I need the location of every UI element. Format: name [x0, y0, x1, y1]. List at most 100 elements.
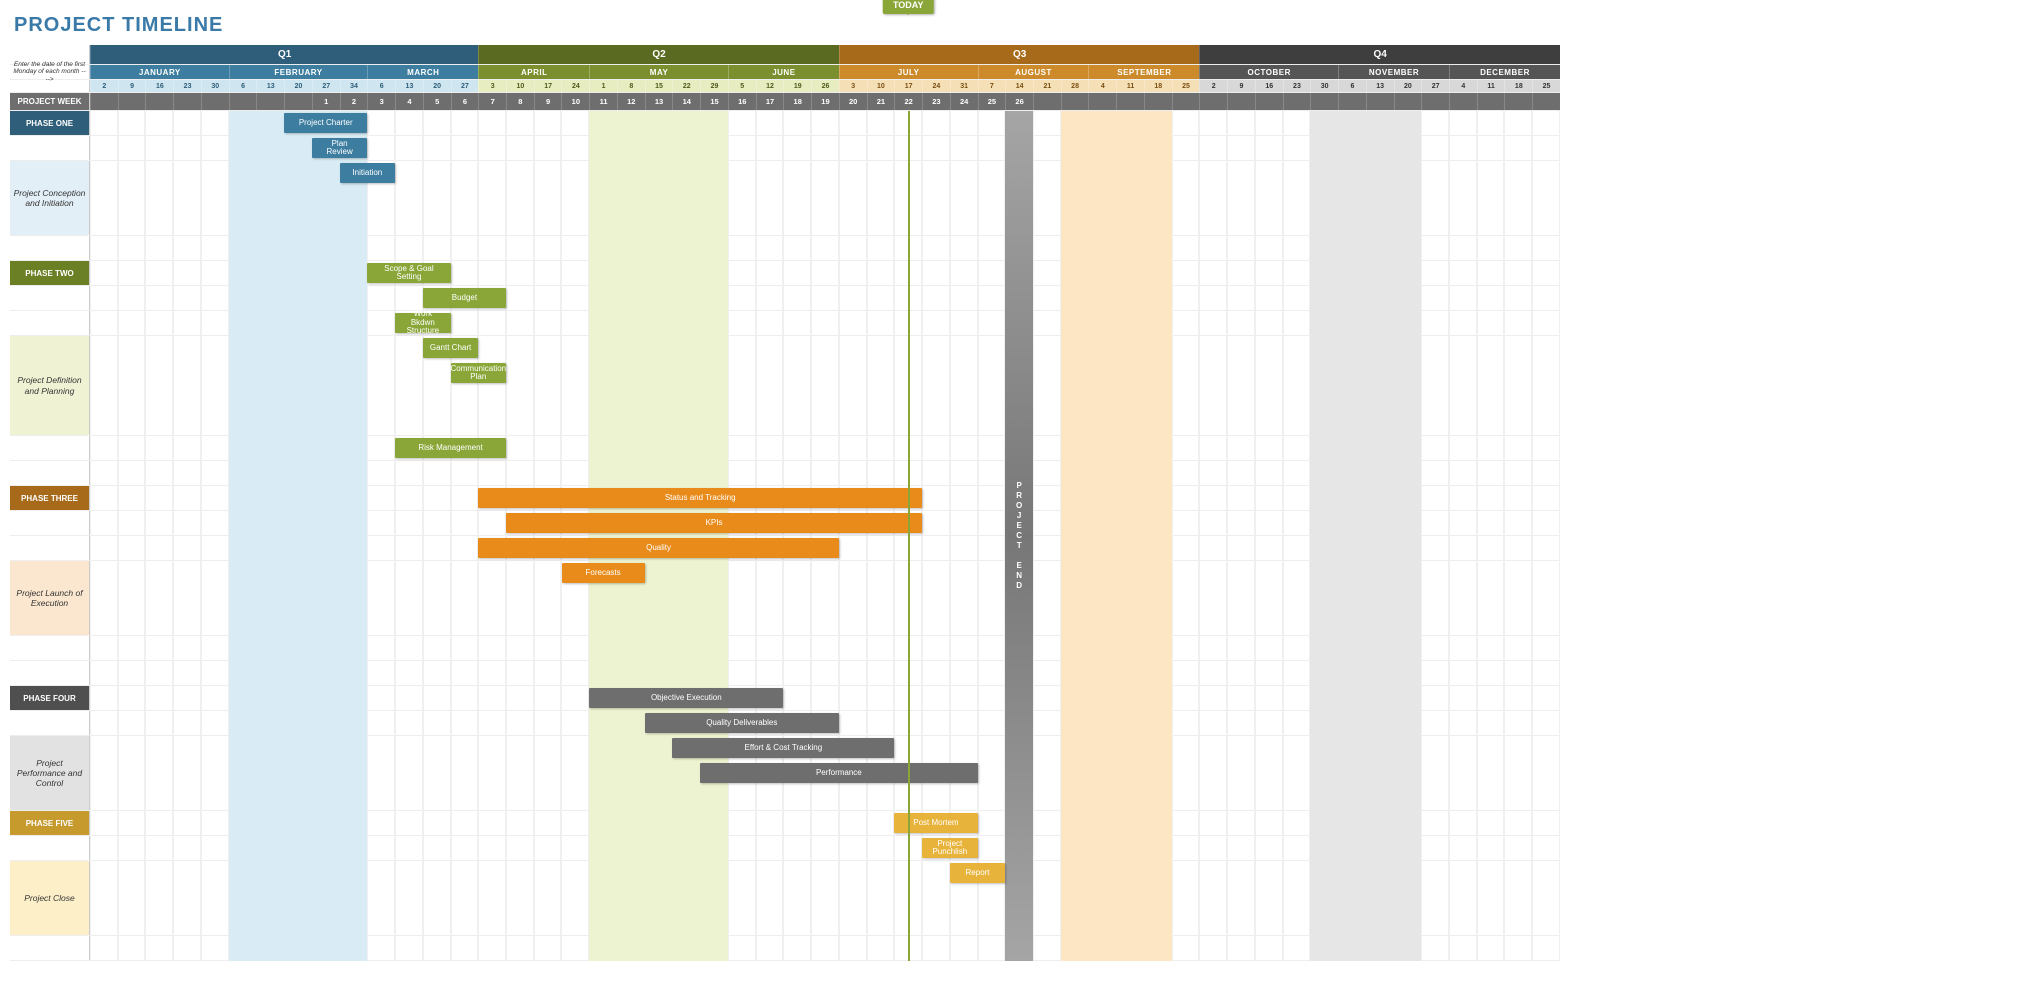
day-header: 27	[1421, 80, 1449, 92]
week-header-cell	[1144, 93, 1172, 110]
month-header: FEBRUARY	[229, 65, 368, 79]
week-header-cell: 8	[506, 93, 534, 110]
row-spacer	[10, 511, 90, 535]
day-header: 16	[145, 80, 173, 92]
week-header-cell: 10	[561, 93, 589, 110]
week-header-cell: 19	[811, 93, 839, 110]
week-header-cell: 15	[700, 93, 728, 110]
gantt-bar[interactable]: Quality Deliverables	[645, 713, 839, 733]
week-header-cell: 6	[451, 93, 479, 110]
quarter-header: Q3	[839, 45, 1200, 64]
day-header: 2	[1199, 80, 1227, 92]
week-header-cell: 13	[645, 93, 673, 110]
gantt-bar[interactable]: Communication Plan	[451, 363, 506, 383]
row-spacer	[10, 636, 90, 660]
day-header: 8	[617, 80, 645, 92]
week-header-cell: 11	[589, 93, 617, 110]
day-header: 34	[340, 80, 368, 92]
day-header: 2	[90, 80, 118, 92]
gantt-bar[interactable]: Forecasts	[562, 563, 645, 583]
week-header-cell	[1449, 93, 1477, 110]
week-header-cell: 17	[756, 93, 784, 110]
month-header: NOVEMBER	[1338, 65, 1449, 79]
day-header: 1	[589, 80, 617, 92]
week-header-cell: 16	[728, 93, 756, 110]
week-header-cell: 14	[672, 93, 700, 110]
gantt-bar[interactable]: Plan Review	[312, 138, 367, 158]
day-header: 16	[1255, 80, 1283, 92]
week-header-cell	[1033, 93, 1061, 110]
week-header-cell: 24	[950, 93, 978, 110]
day-header: 18	[1144, 80, 1172, 92]
day-header: 19	[783, 80, 811, 92]
phase-label: PHASE ONE	[10, 111, 90, 135]
gantt-bar[interactable]: KPIs	[506, 513, 922, 533]
gantt-bar[interactable]: Initiation	[340, 163, 395, 183]
gantt-bar[interactable]: Risk Management	[395, 438, 506, 458]
section-label: Project Definition and Planning	[10, 336, 90, 435]
week-header-cell	[1283, 93, 1311, 110]
gantt-bar[interactable]: Report	[950, 863, 1005, 883]
month-header: MARCH	[367, 65, 478, 79]
day-header: 6	[367, 80, 395, 92]
day-header: 18	[1504, 80, 1532, 92]
week-header-cell	[1310, 93, 1338, 110]
week-header-cell: 1	[312, 93, 340, 110]
gantt-bar[interactable]: Gantt Chart	[423, 338, 478, 358]
day-header: 17	[894, 80, 922, 92]
monday-note: Enter the date of the first Monday of ea…	[10, 65, 90, 79]
gantt-bar[interactable]: Status and Tracking	[478, 488, 922, 508]
month-header: JANUARY	[90, 65, 229, 79]
row-spacer	[10, 536, 90, 560]
gantt-bar[interactable]: Project Charter	[284, 113, 367, 133]
gantt-bar[interactable]: Scope & Goal Setting	[367, 263, 450, 283]
day-header: 23	[173, 80, 201, 92]
phase-label: PHASE TWO	[10, 261, 90, 285]
gantt-bar[interactable]: Effort & Cost Tracking	[672, 738, 894, 758]
gantt-bar[interactable]: Performance	[700, 763, 977, 783]
week-header-cell	[284, 93, 312, 110]
day-header: 6	[229, 80, 257, 92]
week-header-cell	[1532, 93, 1560, 110]
row-spacer	[10, 136, 90, 160]
row-spacer	[10, 436, 90, 460]
day-header: 26	[811, 80, 839, 92]
month-header: OCTOBER	[1199, 65, 1338, 79]
day-header: 20	[1394, 80, 1422, 92]
gantt-bar[interactable]: Quality	[478, 538, 839, 558]
gantt-bar[interactable]: Post Mortem	[894, 813, 977, 833]
day-header: 27	[312, 80, 340, 92]
month-header: DECEMBER	[1449, 65, 1560, 79]
week-header-cell: 3	[367, 93, 395, 110]
gantt-bar[interactable]: Project Punchlish	[922, 838, 977, 858]
day-header: 23	[1283, 80, 1311, 92]
day-header: 25	[1532, 80, 1560, 92]
day-header: 9	[1227, 80, 1255, 92]
day-header: 13	[1366, 80, 1394, 92]
day-header: 31	[950, 80, 978, 92]
week-header-cell: 4	[395, 93, 423, 110]
row-spacer	[10, 661, 90, 685]
month-header: MAY	[589, 65, 728, 79]
row-spacer	[10, 461, 90, 485]
day-header: 10	[867, 80, 895, 92]
day-header: 7	[978, 80, 1006, 92]
week-header-cell	[1227, 93, 1255, 110]
day-header: 27	[451, 80, 479, 92]
day-header: 13	[256, 80, 284, 92]
week-header-cell: 22	[894, 93, 922, 110]
week-header-cell: 21	[867, 93, 895, 110]
phase-label: PHASE FIVE	[10, 811, 90, 835]
week-header-cell	[256, 93, 284, 110]
week-header-cell	[1061, 93, 1089, 110]
gantt-bar[interactable]: Budget	[423, 288, 506, 308]
day-header: 4	[1088, 80, 1116, 92]
gantt-bar[interactable]: Objective Execution	[589, 688, 783, 708]
gantt-bar[interactable]: Work Bkdwn Structure	[395, 313, 450, 333]
week-header-cell	[1477, 93, 1505, 110]
row-spacer	[10, 936, 90, 960]
section-label: Project Conception and Initiation	[10, 161, 90, 235]
day-header: 21	[1033, 80, 1061, 92]
day-header: 20	[284, 80, 312, 92]
month-header: AUGUST	[978, 65, 1089, 79]
